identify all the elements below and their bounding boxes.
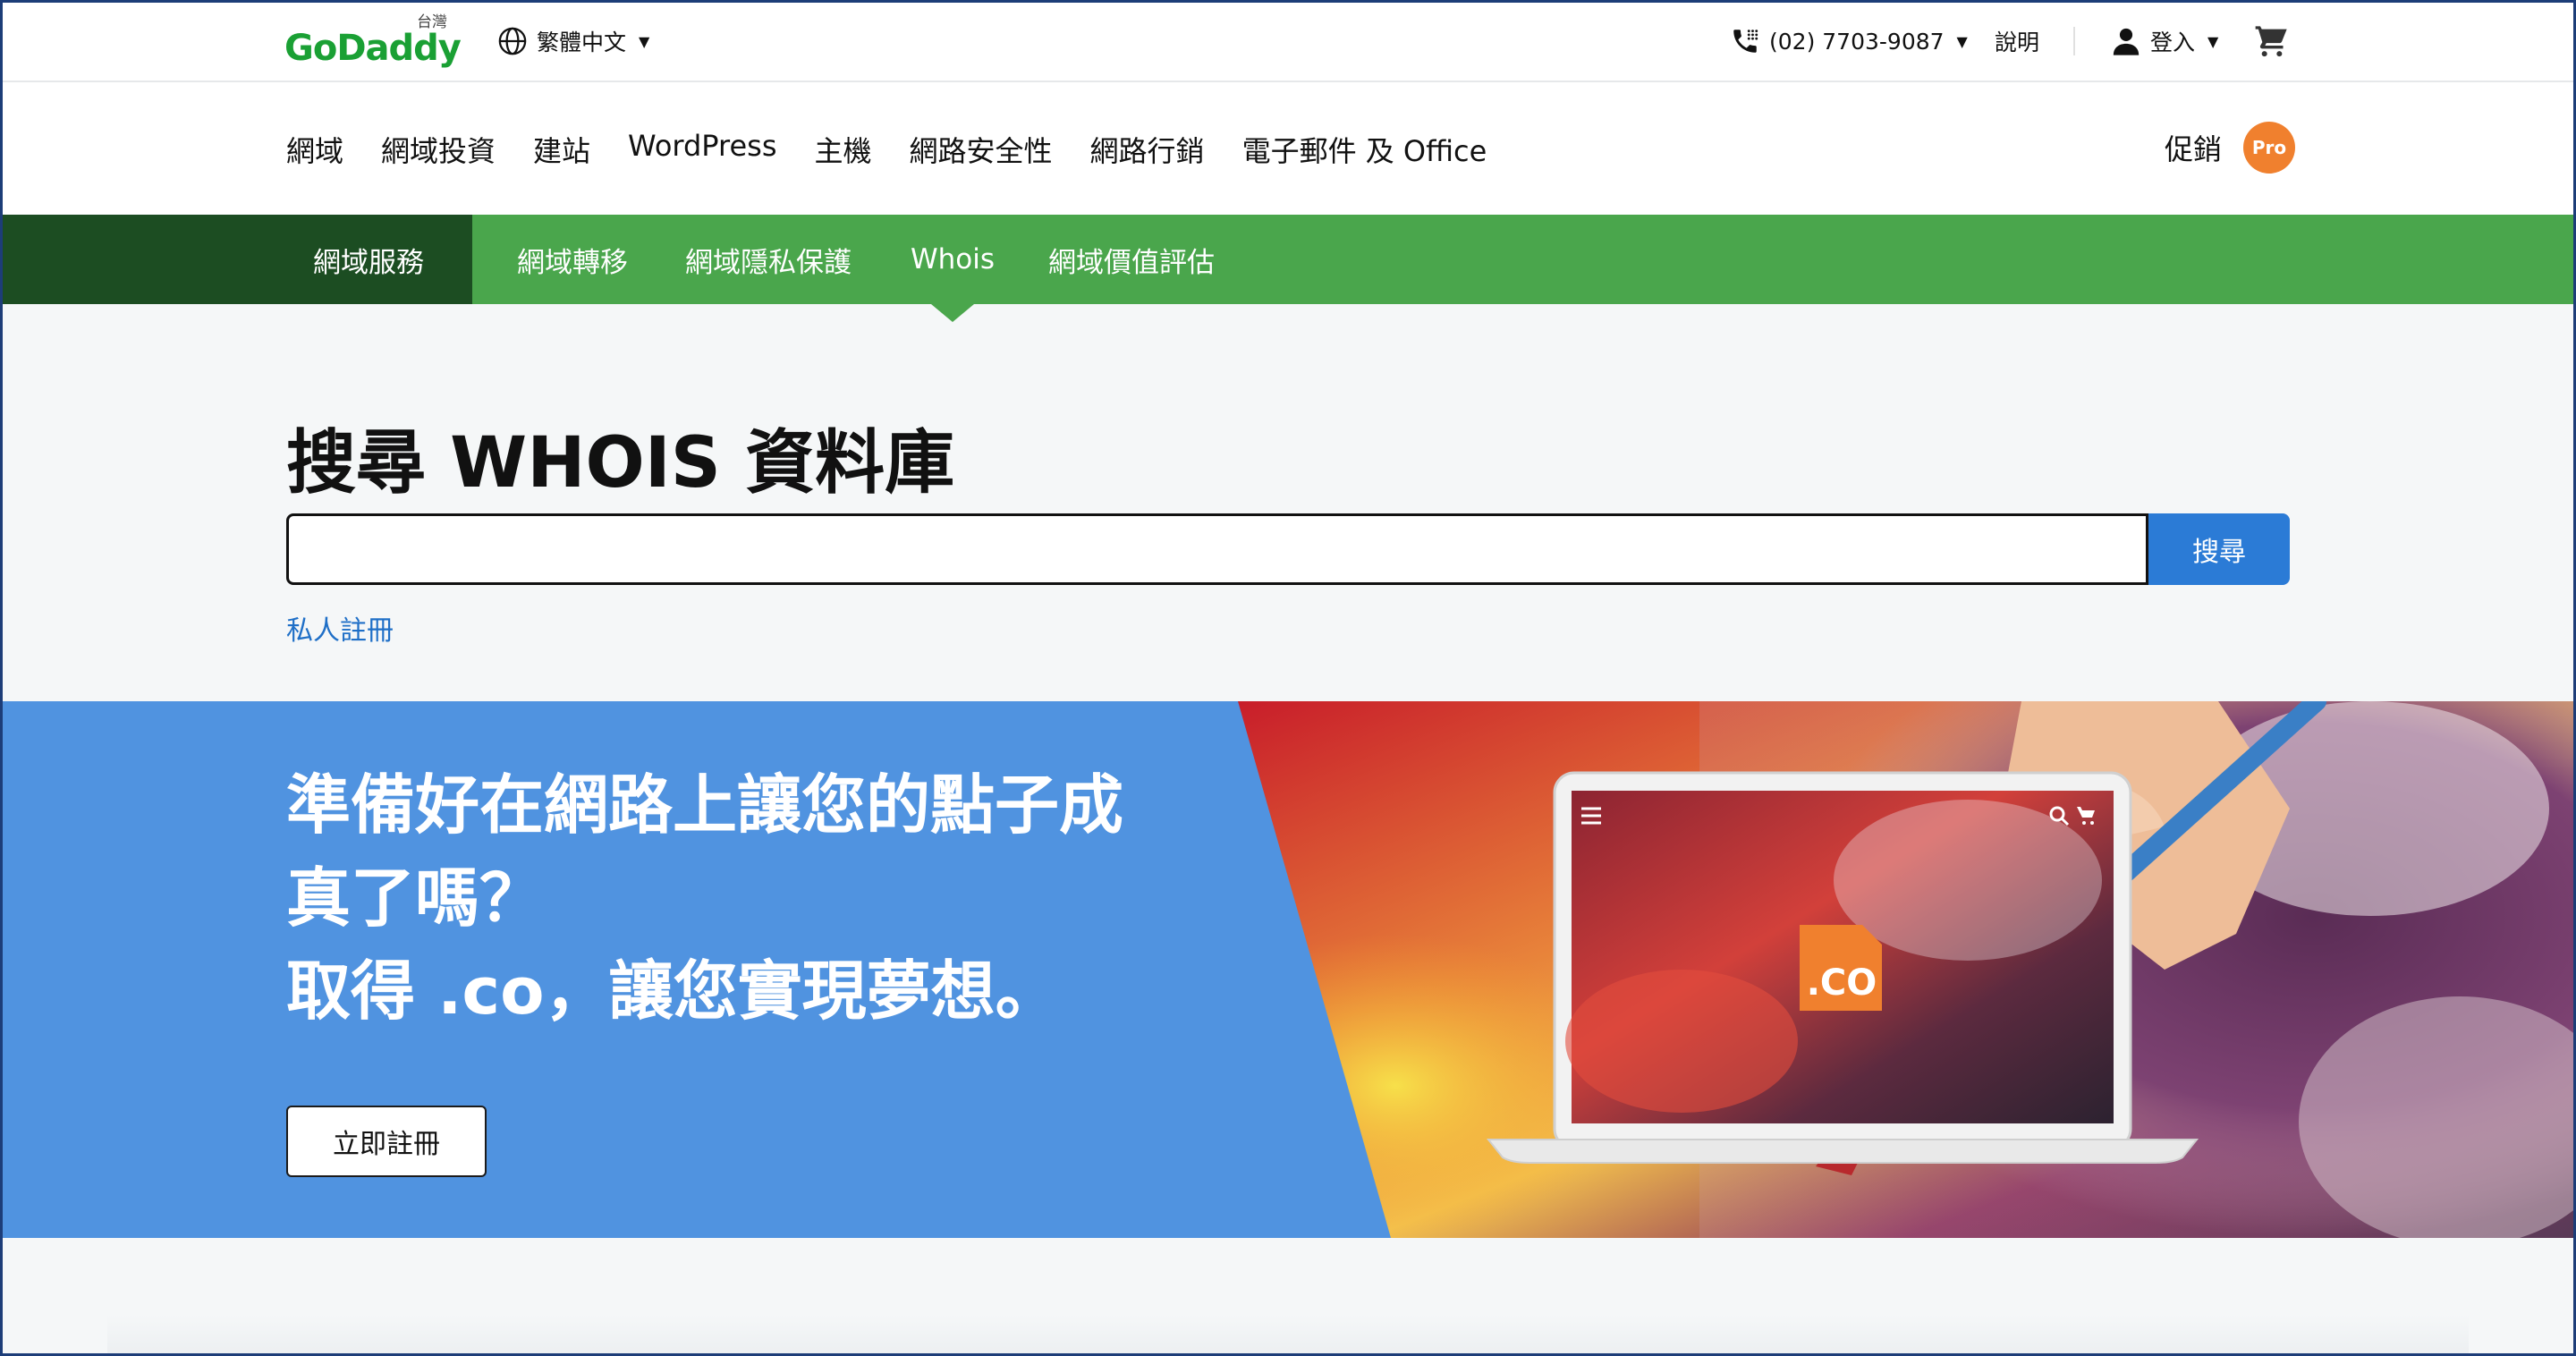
- cart-button[interactable]: [2254, 25, 2290, 57]
- signin-menu[interactable]: 登入 ▼: [2111, 25, 2218, 57]
- domain-subnav: 網域服務 網域轉移 網域隱私保護 Whois 網域價值評估: [0, 215, 2576, 304]
- pro-badge: Pro: [2243, 122, 2296, 174]
- search-button[interactable]: 搜尋: [2148, 513, 2290, 585]
- utility-bar: GoDaddy 台灣 繁體中文 ▼ (02) 7703-9087 ▼ 說明 登入…: [0, 0, 2576, 82]
- nav-item-security[interactable]: 網路安全性: [910, 129, 1053, 170]
- subnav-domain-transfer[interactable]: 網域轉移: [517, 215, 628, 304]
- user-icon: [2113, 28, 2140, 55]
- phone-number: (02) 7703-9087: [1769, 28, 1945, 55]
- subnav-domain-privacy[interactable]: 網域隱私保護: [685, 215, 852, 304]
- logo-wordmark: GoDaddy: [284, 28, 462, 69]
- language-label: 繁體中文: [537, 30, 627, 55]
- nav-item-hosting[interactable]: 主機: [815, 129, 872, 170]
- phone-icon: [1733, 30, 1758, 53]
- help-link[interactable]: 說明: [1995, 25, 2039, 57]
- chevron-down-icon: ▼: [639, 32, 650, 50]
- nav-item-websites[interactable]: 建站: [533, 129, 590, 170]
- divider: [2073, 27, 2075, 55]
- cart-icon: [2255, 26, 2287, 57]
- chevron-down-icon: ▼: [2207, 32, 2219, 50]
- subnav-whois[interactable]: Whois: [911, 215, 995, 304]
- godaddy-logo[interactable]: GoDaddy 台灣: [284, 13, 462, 72]
- banner-line-1: 準備好在網路上讓您的點子成: [286, 767, 1124, 843]
- banner-heading: 準備好在網路上讓您的點子成 真了嗎？ 取得 .co，讓您實現夢想。: [286, 759, 1270, 1038]
- promo-label: 促銷: [2165, 132, 2223, 166]
- private-registration-link[interactable]: 私人註冊: [286, 608, 394, 648]
- logo-region-label: 台灣: [417, 13, 447, 31]
- whois-search-input[interactable]: [286, 513, 2148, 585]
- current-tab-indicator: [931, 304, 974, 322]
- chevron-down-icon: ▼: [1956, 32, 1968, 50]
- register-now-button[interactable]: 立即註冊: [286, 1106, 487, 1177]
- banner-line-2: 真了嗎？: [286, 860, 545, 936]
- nav-item-domain-investing[interactable]: 網域投資: [381, 129, 496, 170]
- main-nav: 網域 網域投資 建站 WordPress 主機 網路安全性 網路行銷 電子郵件 …: [0, 82, 2576, 215]
- language-selector[interactable]: 繁體中文 ▼: [497, 25, 649, 57]
- subnav-domain-services[interactable]: 網域服務: [313, 215, 424, 304]
- page-title: 搜尋 WHOIS 資料庫: [286, 423, 955, 504]
- nav-item-marketing[interactable]: 網路行銷: [1090, 129, 1205, 170]
- nav-item-wordpress[interactable]: WordPress: [628, 129, 776, 170]
- nav-item-domains[interactable]: 網域: [286, 129, 343, 170]
- nav-item-email-office[interactable]: 電子郵件 及 Office: [1242, 129, 1487, 170]
- phone-menu[interactable]: (02) 7703-9087 ▼: [1730, 25, 1968, 57]
- signin-label: 登入: [2150, 30, 2196, 55]
- next-section-edge: [107, 1315, 2469, 1356]
- subnav-domain-appraisal[interactable]: 網域價值評估: [1048, 215, 1215, 304]
- promo-link[interactable]: 促銷 Pro: [2165, 122, 2296, 174]
- co-badge-text: .CO: [1806, 962, 1877, 1004]
- banner-line-3: 取得 .co，讓您實現夢想。: [286, 953, 1060, 1029]
- globe-icon: [498, 27, 527, 55]
